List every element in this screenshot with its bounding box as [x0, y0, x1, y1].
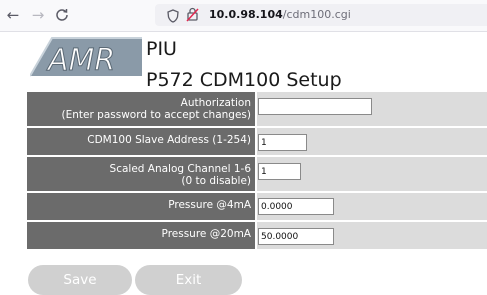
authorization-label: Authorization (Enter password to accept … [27, 92, 255, 126]
form-row-authorization: Authorization (Enter password to accept … [27, 92, 487, 126]
browser-toolbar: ← → 10.0.98.104/cdm100.cgi [0, 0, 487, 32]
exit-button[interactable]: Exit [135, 265, 242, 295]
slave-address-cell [257, 128, 487, 155]
authorization-cell [257, 92, 487, 126]
slave-address-input[interactable] [258, 134, 307, 151]
logo-text: AMR [46, 43, 115, 78]
authorization-label-hint: (Enter password to accept changes) [61, 109, 251, 121]
analog-channel-label: Scaled Analog Channel 1-6 (0 to disable) [27, 157, 255, 191]
slave-address-label: CDM100 Slave Address (1-254) [27, 128, 255, 155]
page-title: P572 CDM100 Setup [146, 69, 342, 91]
form-row-slave-address: CDM100 Slave Address (1-254) [27, 128, 487, 155]
pressure-20ma-label-text: Pressure @20mA [161, 228, 251, 240]
form-row-pressure-4ma: Pressure @4mA [27, 193, 487, 220]
authorization-label-title: Authorization [180, 97, 251, 109]
forward-arrow-icon[interactable]: → [29, 6, 47, 24]
pressure-4ma-label-text: Pressure @4mA [168, 199, 251, 211]
form-row-analog-channel: Scaled Analog Channel 1-6 (0 to disable) [27, 157, 487, 191]
slave-address-label-text: CDM100 Slave Address (1-254) [87, 134, 251, 146]
insecure-lock-icon[interactable] [186, 7, 199, 22]
page-title-device: PIU [146, 38, 177, 60]
form-row-pressure-20ma: Pressure @20mA [27, 222, 487, 249]
address-bar[interactable]: 10.0.98.104/cdm100.cgi [155, 4, 487, 26]
pressure-20ma-label: Pressure @20mA [27, 222, 255, 249]
url-text[interactable]: 10.0.98.104/cdm100.cgi [209, 7, 351, 23]
pressure-4ma-input[interactable] [258, 198, 334, 215]
authorization-password-input[interactable] [258, 98, 372, 115]
pressure-4ma-cell [257, 193, 487, 220]
analog-channel-label-title: Scaled Analog Channel 1-6 [109, 163, 251, 175]
save-button[interactable]: Save [28, 265, 132, 295]
url-host: 10.0.98.104 [209, 8, 283, 21]
amr-logo: AMR [29, 36, 142, 79]
back-arrow-icon[interactable]: ← [4, 6, 22, 24]
pressure-4ma-label: Pressure @4mA [27, 193, 255, 220]
tracking-shield-icon[interactable] [167, 8, 179, 23]
analog-channel-input[interactable] [258, 163, 301, 180]
pressure-20ma-cell [257, 222, 487, 249]
url-path: /cdm100.cgi [282, 8, 351, 21]
analog-channel-label-hint: (0 to disable) [181, 175, 251, 187]
pressure-20ma-input[interactable] [258, 228, 334, 245]
reload-icon[interactable] [53, 6, 71, 24]
analog-channel-cell [257, 157, 487, 191]
